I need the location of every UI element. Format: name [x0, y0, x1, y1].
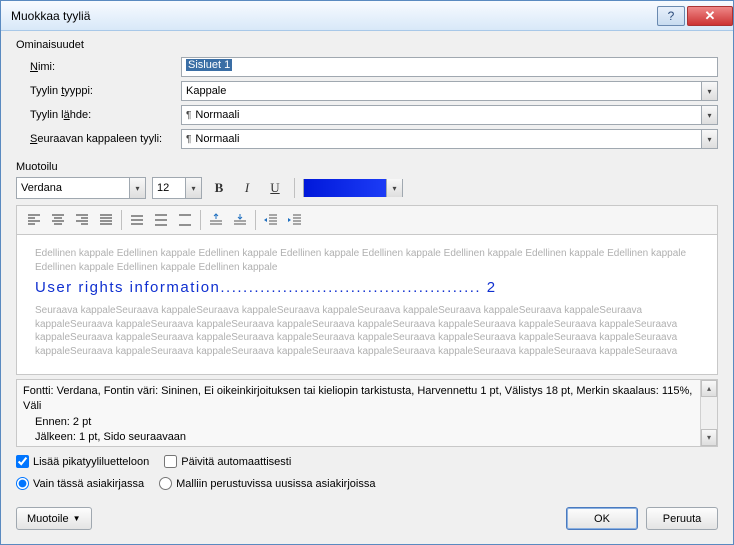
- increase-indent-button[interactable]: [284, 210, 306, 230]
- scrollbar[interactable]: ▴ ▾: [700, 380, 717, 446]
- add-to-quickstyle-checkbox[interactable]: Lisää pikatyyliluetteloon: [16, 455, 149, 468]
- preview-prev-paragraph: Edellinen kappale Edellinen kappale Edel…: [35, 247, 699, 274]
- preview-next-paragraph: Seuraava kappaleSeuraava kappaleSeuraava…: [35, 304, 699, 358]
- separator: [255, 210, 256, 230]
- chevron-down-icon: ▾: [386, 179, 402, 197]
- chevron-down-icon: ▾: [185, 178, 201, 198]
- auto-update-checkbox[interactable]: Päivitä automaattisesti: [164, 455, 291, 468]
- next-style-label: Seuraavan kappaleen tyyli:: [30, 133, 162, 145]
- scroll-down-icon[interactable]: ▾: [701, 429, 717, 446]
- template-docs-radio[interactable]: Malliin perustuvissa uusissa asiakirjois…: [159, 477, 375, 490]
- style-type-combo[interactable]: Kappale ▾: [181, 81, 718, 101]
- font-toolbar: Verdana ▾ 12 ▾ B I U ▾: [16, 177, 718, 199]
- radio-row: Vain tässä asiakirjassa Malliin perustuv…: [16, 477, 718, 493]
- underline-button[interactable]: U: [264, 177, 286, 199]
- line-spacing-15-button[interactable]: [150, 210, 172, 230]
- window-title: Muokkaa tyyliä: [11, 9, 655, 23]
- name-label: Nimi:: [30, 61, 55, 73]
- checkbox-row: Lisää pikatyyliluetteloon Päivitä automa…: [16, 455, 718, 471]
- based-on-label: Tyylin lähde:: [30, 109, 91, 121]
- only-this-doc-radio[interactable]: Vain tässä asiakirjassa: [16, 477, 144, 490]
- space-before-increase-button[interactable]: [205, 210, 227, 230]
- align-justify-button[interactable]: [95, 210, 117, 230]
- modify-style-dialog: Muokkaa tyyliä ? ✕ Ominaisuudet Nimi: Si…: [0, 0, 734, 545]
- close-button[interactable]: ✕: [687, 6, 733, 26]
- cancel-button[interactable]: Peruuta: [646, 507, 718, 530]
- separator: [121, 210, 122, 230]
- style-description: Fontti: Verdana, Fontin väri: Sininen, E…: [16, 379, 718, 447]
- italic-button[interactable]: I: [236, 177, 258, 199]
- separator: [200, 210, 201, 230]
- preview-pane: Edellinen kappale Edellinen kappale Edel…: [16, 235, 718, 375]
- align-left-button[interactable]: [23, 210, 45, 230]
- format-menu-button[interactable]: Muotoile▼: [16, 507, 92, 530]
- decrease-indent-button[interactable]: [260, 210, 282, 230]
- line-spacing-2-button[interactable]: [174, 210, 196, 230]
- chevron-down-icon: ▾: [701, 106, 717, 124]
- align-right-button[interactable]: [71, 210, 93, 230]
- help-button[interactable]: ?: [657, 6, 685, 26]
- chevron-down-icon: ▾: [701, 130, 717, 148]
- line-spacing-1-button[interactable]: [126, 210, 148, 230]
- name-input[interactable]: Sisluet 1: [181, 57, 718, 77]
- separator: [294, 178, 295, 198]
- chevron-down-icon: ▾: [129, 178, 145, 198]
- preview-heading: User rights information.................…: [35, 278, 699, 298]
- pilcrow-icon: ¶: [186, 134, 191, 145]
- align-center-button[interactable]: [47, 210, 69, 230]
- font-family-combo[interactable]: Verdana ▾: [16, 177, 146, 199]
- bold-button[interactable]: B: [208, 177, 230, 199]
- titlebar: Muokkaa tyyliä ? ✕: [1, 1, 733, 31]
- font-color-picker[interactable]: ▾: [303, 179, 403, 197]
- chevron-down-icon: ▾: [701, 82, 717, 100]
- color-preview: [304, 179, 386, 197]
- pilcrow-icon: ¶: [186, 110, 191, 121]
- font-size-combo[interactable]: 12 ▾: [152, 177, 202, 199]
- based-on-combo[interactable]: ¶ Normaali ▾: [181, 105, 718, 125]
- next-style-combo[interactable]: ¶ Normaali ▾: [181, 129, 718, 149]
- space-before-decrease-button[interactable]: [229, 210, 251, 230]
- scroll-up-icon[interactable]: ▴: [701, 380, 717, 397]
- paragraph-toolbar: [16, 205, 718, 235]
- properties-group-label: Ominaisuudet: [16, 39, 718, 51]
- type-label: Tyylin tyyppi:: [30, 85, 93, 97]
- dialog-footer: Muotoile▼ OK Peruuta: [16, 507, 718, 530]
- formatting-label: Muotoilu: [16, 161, 718, 173]
- ok-button[interactable]: OK: [566, 507, 638, 530]
